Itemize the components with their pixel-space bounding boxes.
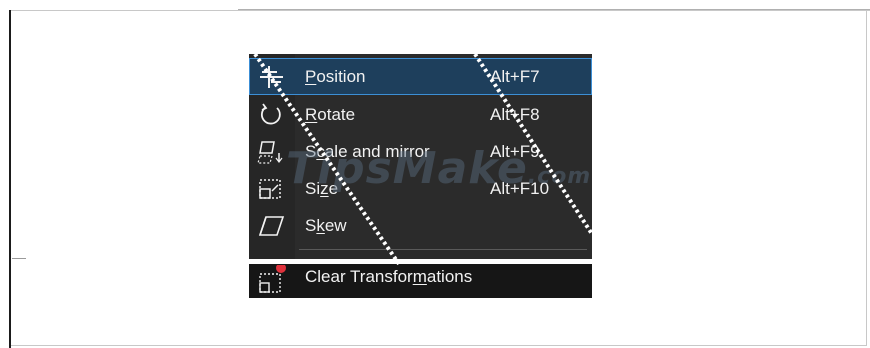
menu-item-rotate[interactable]: Rotate Alt+F8 (249, 96, 592, 133)
skew-icon (257, 213, 285, 239)
menu-item-skew[interactable]: Skew (249, 207, 592, 244)
screenshot-canvas: Position Alt+F7 Rotate Alt+F8 Scale and … (0, 0, 870, 348)
menu-separator (299, 249, 587, 250)
window-divider-tick (12, 258, 26, 259)
menu-item-shortcut: Alt+F7 (490, 67, 540, 86)
window-border-top (9, 10, 870, 11)
menu-item-scale-and-mirror[interactable]: Scale and mirror Alt+F9 (249, 133, 592, 170)
menu-item-size[interactable]: Size Alt+F10 (249, 170, 592, 207)
menu-item-label: Skew (305, 216, 347, 235)
window-border-right (866, 10, 867, 346)
window-border-bottom (11, 345, 867, 346)
window-border-top-accent (238, 9, 870, 10)
menu-item-label: Clear Transformations (305, 267, 473, 286)
position-icon (257, 64, 285, 90)
menu-item-label: Size (305, 179, 339, 198)
menu-item-shortcut: Alt+F9 (490, 142, 540, 161)
transformations-menu: Position Alt+F7 Rotate Alt+F8 Scale and … (249, 54, 592, 298)
size-icon (257, 176, 285, 202)
menu-item-shortcut: Alt+F8 (490, 105, 540, 124)
menu-item-label: Rotate (305, 105, 356, 124)
menu-item-clear-transformations[interactable]: Clear Transformations (249, 263, 592, 298)
window-border-left (9, 10, 11, 348)
clear-transformations-icon (257, 263, 287, 295)
menu-item-label: Scale and mirror (305, 142, 430, 161)
menu-item-position[interactable]: Position Alt+F7 (249, 58, 592, 95)
scale-mirror-icon (257, 139, 285, 165)
rotate-icon (257, 102, 285, 128)
menu-item-label: Position (305, 67, 366, 86)
menu-item-shortcut: Alt+F10 (490, 179, 550, 198)
